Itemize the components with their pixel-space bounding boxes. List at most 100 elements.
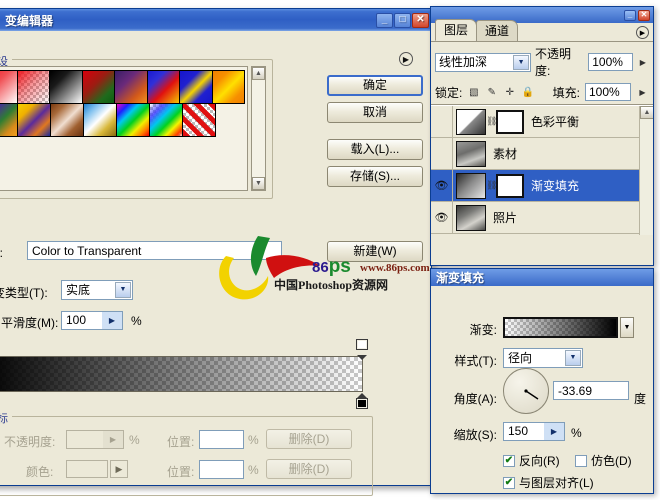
eye-hidden-icon[interactable] <box>431 138 453 169</box>
layers-list[interactable]: ⛓ 色彩平衡 素材 👁 ⛓ 渐变填充 👁 照片 ▲ <box>431 105 653 235</box>
fill-value[interactable]: 100% <box>585 83 631 101</box>
smoothness-input[interactable]: 100 ▶ <box>61 311 123 330</box>
preset-swatch[interactable] <box>116 103 150 137</box>
layers-scroll-up-icon[interactable]: ▲ <box>640 106 653 119</box>
layer-thumbnail[interactable] <box>456 204 486 231</box>
spinner-arrow-icon[interactable]: ▶ <box>102 312 122 329</box>
gf-reverse-checkbox[interactable]: ✔ 反向(R) <box>503 452 560 469</box>
preset-swatch[interactable] <box>0 103 18 137</box>
layers-scrollbar[interactable]: ▲ <box>639 106 653 235</box>
fill-slider-icon[interactable]: ▶ <box>636 83 649 101</box>
preset-swatch[interactable] <box>182 103 216 137</box>
new-button[interactable]: 新建(W) <box>327 241 423 262</box>
lock-transparency-icon[interactable]: ▧ <box>467 86 480 99</box>
eye-visible-icon[interactable]: 👁 <box>431 202 453 233</box>
preset-swatch[interactable] <box>16 70 50 104</box>
lock-all-icon[interactable]: 🔒 <box>521 86 534 99</box>
chevron-down-icon[interactable]: ▼ <box>620 317 634 338</box>
layer-thumbnail[interactable] <box>456 172 486 199</box>
preset-swatch[interactable] <box>49 70 83 104</box>
lock-image-icon[interactable]: ✎ <box>485 86 498 99</box>
gradient-fill-dialog: 渐变填充 渐变: ▼ 样式(T): 径向 ▼ 角度(A): -33.69 度 缩… <box>430 268 654 494</box>
smoothness-label: 平滑度(M): <box>1 316 59 330</box>
layers-minimize-icon[interactable]: _ <box>624 9 636 21</box>
preset-swatch-fill <box>18 104 50 136</box>
preset-menu-icon[interactable]: ▶ <box>399 52 413 66</box>
gf-scale-input[interactable]: 150 ▶ <box>503 422 565 441</box>
scroll-down-icon[interactable]: ▼ <box>252 177 265 190</box>
gradient-fill-body: 渐变: ▼ 样式(T): 径向 ▼ 角度(A): -33.69 度 缩放(S):… <box>431 286 653 493</box>
lock-position-icon[interactable]: ✛ <box>503 86 516 99</box>
opacity-slider-icon[interactable]: ▶ <box>637 53 649 71</box>
layer-row[interactable]: 👁 照片 <box>431 202 653 234</box>
panel-menu-icon[interactable]: ▶ <box>636 26 649 39</box>
eye-visible-icon[interactable]: 👁 <box>431 170 453 201</box>
gf-dither-checkbox[interactable]: 仿色(D) <box>575 452 632 469</box>
smoothness-unit: % <box>131 314 142 328</box>
layer-thumbnail[interactable] <box>456 140 486 167</box>
save-button[interactable]: 存储(S)... <box>327 166 423 187</box>
opacity-stop[interactable] <box>356 339 368 360</box>
ok-button[interactable]: 确定 <box>327 75 423 96</box>
tab-channels[interactable]: 通道 <box>476 20 519 41</box>
preset-swatch[interactable] <box>146 70 180 104</box>
preset-swatch[interactable] <box>114 70 148 104</box>
gf-gradient-label: 渐变: <box>469 323 497 337</box>
presets-scrollbar[interactable]: ▲ ▼ <box>251 66 266 191</box>
gf-gradient-preview[interactable] <box>503 317 618 338</box>
layers-close-icon[interactable]: ✕ <box>638 9 650 21</box>
gf-align-checkbox[interactable]: ✔ 与图层对齐(L) <box>503 474 594 491</box>
presets-list[interactable] <box>0 66 248 191</box>
preset-swatch[interactable] <box>17 103 51 137</box>
preset-swatch[interactable] <box>179 70 213 104</box>
load-button[interactable]: 载入(L)... <box>327 139 423 160</box>
blend-mode-select[interactable]: 线性加深 ▼ <box>435 52 532 72</box>
layer-mask-link-icon[interactable]: ⛓ <box>486 116 497 127</box>
preset-swatch[interactable] <box>50 103 84 137</box>
layers-close-glyph: ✕ <box>640 10 648 19</box>
tab-layers[interactable]: 图层 <box>435 19 478 41</box>
gradient-name-input[interactable]: Color to Transparent <box>27 241 282 260</box>
preset-swatch-fill <box>147 71 179 103</box>
blend-mode-value: 线性加深 <box>439 54 488 69</box>
screenshot-root: 变编辑器 _ □ ✕ 预设 ▲ ▼ ▶ <box>0 0 660 500</box>
layer-name: 色彩平衡 <box>531 115 580 129</box>
close-icon[interactable]: ✕ <box>412 12 429 28</box>
gradient-type-value: 实底 <box>66 283 91 297</box>
smoothness-value: 100 <box>66 313 87 327</box>
gf-angle-unit: 度 <box>634 392 647 406</box>
preset-swatch[interactable] <box>211 70 245 104</box>
opacity-label: 不透明度: <box>535 47 572 78</box>
cancel-button[interactable]: 取消 <box>327 102 423 123</box>
preset-swatch[interactable] <box>0 70 18 104</box>
layer-thumbnail[interactable] <box>456 108 486 135</box>
spinner-arrow-icon[interactable]: ▶ <box>544 423 564 440</box>
minimize-icon[interactable]: _ <box>376 12 393 28</box>
stops-legend: 色标 <box>0 410 12 426</box>
maximize-icon[interactable]: □ <box>394 12 411 28</box>
gradient-type-select[interactable]: 实底 ▼ <box>61 280 133 300</box>
color-stop[interactable] <box>356 393 368 409</box>
preset-swatch[interactable] <box>149 103 183 137</box>
layer-mask-link-icon[interactable]: ⛓ <box>486 180 497 191</box>
gf-angle-dial[interactable] <box>503 368 549 414</box>
layers-rows: ⛓ 色彩平衡 素材 👁 ⛓ 渐变填充 👁 照片 <box>431 106 653 234</box>
opacity-value[interactable]: 100% <box>588 53 633 71</box>
layer-row[interactable]: ⛓ 色彩平衡 <box>431 106 653 138</box>
layer-mask-thumbnail[interactable] <box>496 109 524 134</box>
eye-hidden-icon[interactable] <box>431 106 453 137</box>
gradient-editor-titlebar: 变编辑器 _ □ ✕ <box>0 9 431 31</box>
layer-mask-thumbnail[interactable] <box>496 173 524 198</box>
gf-style-select[interactable]: 径向 ▼ <box>503 348 583 368</box>
gradient-preview-bar[interactable] <box>0 339 368 409</box>
gradient-fill-title: 渐变填充 <box>431 269 653 286</box>
preset-swatch[interactable] <box>81 70 115 104</box>
layer-row[interactable]: 素材 <box>431 138 653 170</box>
layer-row[interactable]: 👁 ⛓ 渐变填充 <box>431 170 653 202</box>
stop-opacity-label: 不透明度: <box>4 435 56 449</box>
gf-angle-input[interactable]: -33.69 <box>553 381 629 400</box>
gf-angle-label: 角度(A): <box>453 392 497 406</box>
preset-swatch-fill <box>183 104 215 136</box>
scroll-up-icon[interactable]: ▲ <box>252 67 265 80</box>
preset-swatch[interactable] <box>83 103 117 137</box>
